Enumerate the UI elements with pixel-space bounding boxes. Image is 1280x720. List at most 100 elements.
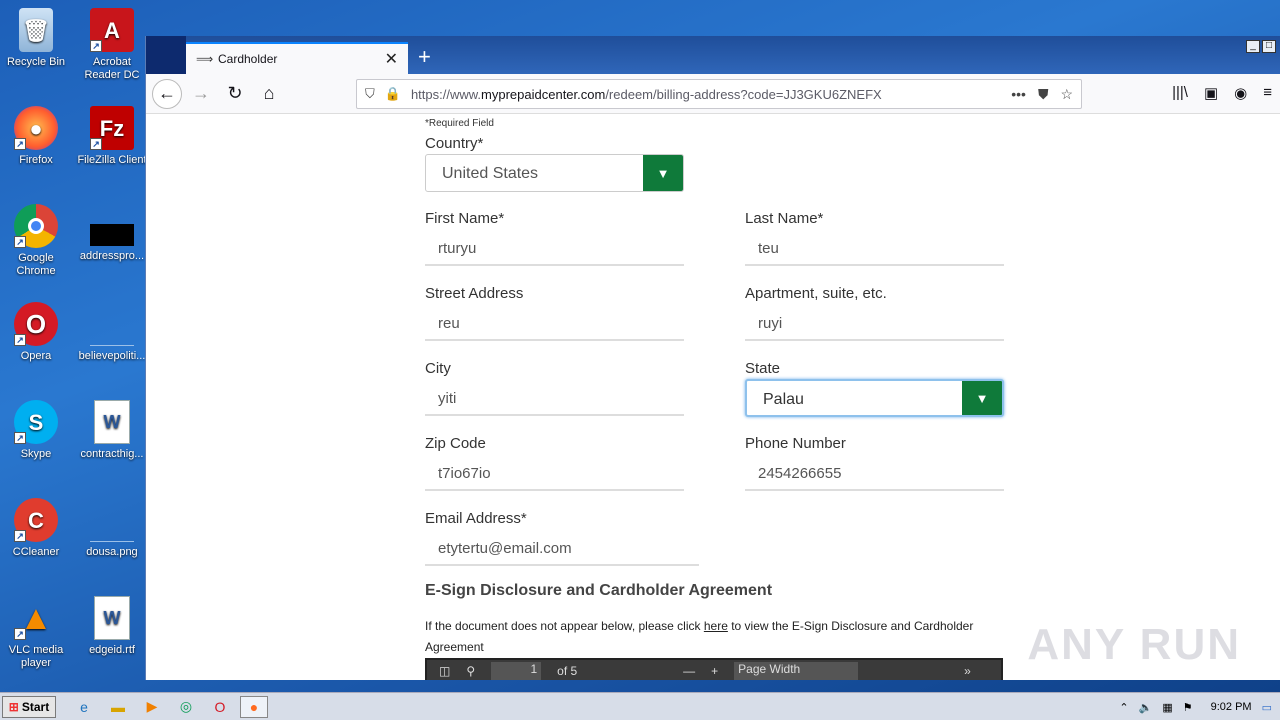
desktop-icon-vlc[interactable]: ▲ ↗ VLC media player <box>1 596 71 670</box>
chevron-down-icon[interactable]: ▼ <box>962 381 1002 415</box>
vlc-icon: ▲ ↗ <box>14 596 58 640</box>
city-label: City <box>425 360 451 377</box>
pdf-more-tools-icon[interactable]: » <box>964 664 971 678</box>
windows-logo-icon: ⊞ <box>8 699 19 714</box>
state-select[interactable]: Palau ▼ <box>745 379 1004 417</box>
tab-cardholder[interactable]: ⟹ Cardholder ✕ <box>186 42 408 74</box>
home-button[interactable]: ⌂ <box>254 79 284 109</box>
pocket-icon[interactable]: ⛊ <box>1038 86 1049 103</box>
close-tab-icon[interactable]: ✕ <box>385 49 398 69</box>
desktop-icon-addresspro[interactable]: addresspro... <box>77 204 147 263</box>
clock[interactable]: 9:02 PM <box>1211 701 1252 713</box>
back-button[interactable]: ← <box>152 78 182 109</box>
desktop-icon-skype[interactable]: S ↗ Skype <box>1 400 71 461</box>
show-desktop-icon[interactable]: ▭ <box>1262 701 1272 714</box>
desktop-icon-firefox[interactable]: ● ↗ Firefox <box>1 106 71 167</box>
url-bar[interactable]: ⛉ 🔒 https://www.myprepaidcenter.com/rede… <box>356 79 1082 109</box>
recycle-bin-icon: 🗑 <box>19 8 53 52</box>
last-name-label: Last Name* <box>745 210 824 227</box>
esign-section-title: E-Sign Disclosure and Cardholder Agreeme… <box>425 582 773 599</box>
ccleaner-icon: C ↗ <box>14 498 58 542</box>
pdf-page-count: of 5 <box>557 664 578 678</box>
desktop-icon-ccleaner[interactable]: C ↗ CCleaner <box>1 498 71 559</box>
desktop-icon-dousa[interactable]: dousa.png <box>77 498 147 559</box>
chrome-taskbar-icon[interactable]: ◎ <box>172 696 200 718</box>
volume-icon[interactable]: 🔈 <box>1139 701 1153 714</box>
country-value: United States <box>442 165 539 182</box>
firefox-taskbar-icon[interactable]: ● <box>240 695 268 718</box>
email-field[interactable]: etytertu@email.com <box>425 530 699 566</box>
internet-explorer-icon[interactable]: e <box>70 696 98 718</box>
pdf-zoom-in-icon[interactable]: + <box>711 664 718 678</box>
forward-button[interactable]: → <box>186 79 216 109</box>
system-tray: ⌃ 🔈 ▦ ⚑ 9:02 PM ▭ <box>1119 693 1280 720</box>
desktop-icon-edgeid[interactable]: W edgeid.rtf <box>77 596 147 657</box>
network-icon[interactable]: ▦ <box>1162 701 1172 714</box>
page-content: *Required Field Country* United States ▼… <box>146 114 1280 680</box>
sidebar-icon[interactable]: ▣ <box>1204 84 1218 102</box>
reload-button[interactable]: ↻ <box>220 79 250 109</box>
pdf-page-input[interactable]: 1 <box>491 662 542 680</box>
new-tab-button[interactable]: + <box>418 44 431 70</box>
media-player-icon[interactable]: ▶ <box>138 696 166 718</box>
desktop-icon-acrobat[interactable]: A ↗ Acrobat Reader DC <box>77 8 147 82</box>
firefox-icon: ● ↗ <box>14 106 58 150</box>
acrobat-icon: A ↗ <box>90 8 134 52</box>
first-name-field[interactable]: rturyu <box>425 230 684 266</box>
menu-icon[interactable]: ≡ <box>1263 84 1272 102</box>
phone-number-field[interactable]: 2454266655 <box>745 455 1004 491</box>
bookmark-star-icon[interactable]: ☆ <box>1060 86 1073 103</box>
maximize-button[interactable]: □ <box>1262 40 1276 53</box>
tray-expand-icon[interactable]: ⌃ <box>1119 701 1128 714</box>
start-button[interactable]: ⊞ Start <box>2 695 56 718</box>
word-doc-icon: W <box>94 400 130 444</box>
desktop-icon-opera[interactable]: O ↗ Opera <box>1 302 71 363</box>
disclosure-here-link[interactable]: here <box>704 619 728 633</box>
desktop-icon-filezilla[interactable]: Fz ↗ FileZilla Client <box>77 106 147 167</box>
desktop-icon-recycle-bin[interactable]: 🗑 Recycle Bin <box>1 8 71 69</box>
pdf-search-icon[interactable]: ⚲ <box>466 664 475 678</box>
shield-icon[interactable]: ⛉ <box>365 86 375 102</box>
chrome-icon: ↗ <box>14 204 58 248</box>
zip-code-field[interactable]: t7io67io <box>425 455 684 491</box>
desktop-icon-label: Acrobat Reader DC <box>84 56 140 81</box>
tab-overflow-area <box>146 36 186 74</box>
pdf-zoom-out-icon[interactable]: — <box>683 664 695 678</box>
filezilla-icon: Fz ↗ <box>90 106 134 150</box>
action-center-flag-icon[interactable]: ⚑ <box>1183 701 1193 714</box>
file-explorer-icon[interactable]: ▬ <box>104 696 132 718</box>
tab-title: Cardholder <box>218 52 278 66</box>
pdf-zoom-select[interactable]: Page Width <box>734 662 859 680</box>
desktop-icon-contracthig[interactable]: W contracthig... <box>77 400 147 461</box>
apartment-field[interactable]: ruyi <box>745 305 1004 341</box>
toolbar-right: |||\ ▣ ◉ ≡ <box>1172 84 1280 102</box>
desktop-icon-label: Firefox <box>19 154 53 166</box>
city-field[interactable]: yiti <box>425 380 684 416</box>
desktop-icon-label: FileZilla Client <box>77 154 147 166</box>
url-text: https://www.myprepaidcenter.com/redeem/b… <box>410 86 882 102</box>
desktop-icon-label: Google Chrome <box>16 252 56 277</box>
file-icon <box>90 302 134 346</box>
navigation-toolbar: ← → ↻ ⌂ ⛉ 🔒 https://www.myprepaidcenter.… <box>146 74 1280 114</box>
desktop-icon-chrome[interactable]: ↗ Google Chrome <box>1 204 71 278</box>
last-name-field[interactable]: teu <box>745 230 1004 266</box>
library-icon[interactable]: |||\ <box>1172 84 1188 102</box>
account-icon[interactable]: ◉ <box>1234 84 1247 102</box>
street-address-field[interactable]: reu <box>425 305 684 341</box>
state-value: Palau <box>763 391 804 408</box>
chevron-down-icon[interactable]: ▼ <box>643 155 683 191</box>
phone-number-label: Phone Number <box>745 435 846 452</box>
file-icon <box>90 224 134 246</box>
desktop-icon-label: Skype <box>20 448 52 460</box>
desktop-icon-believepoliti[interactable]: believepoliti... <box>77 302 147 363</box>
minimize-button[interactable]: _ <box>1246 40 1260 53</box>
desktop-icon-label: believepoliti... <box>78 350 146 362</box>
opera-taskbar-icon[interactable]: O <box>206 696 234 718</box>
country-select[interactable]: United States ▼ <box>425 154 684 192</box>
anyrun-watermark: ANY RUN <box>1027 620 1241 669</box>
desktop-icon-label: VLC media player <box>8 644 64 669</box>
desktop-icon-label: Opera <box>20 350 52 362</box>
pdf-sidebar-icon[interactable]: ◫ <box>439 664 450 678</box>
page-actions-icon[interactable]: ••• <box>1011 86 1026 102</box>
lock-icon[interactable]: 🔒 <box>385 86 401 102</box>
